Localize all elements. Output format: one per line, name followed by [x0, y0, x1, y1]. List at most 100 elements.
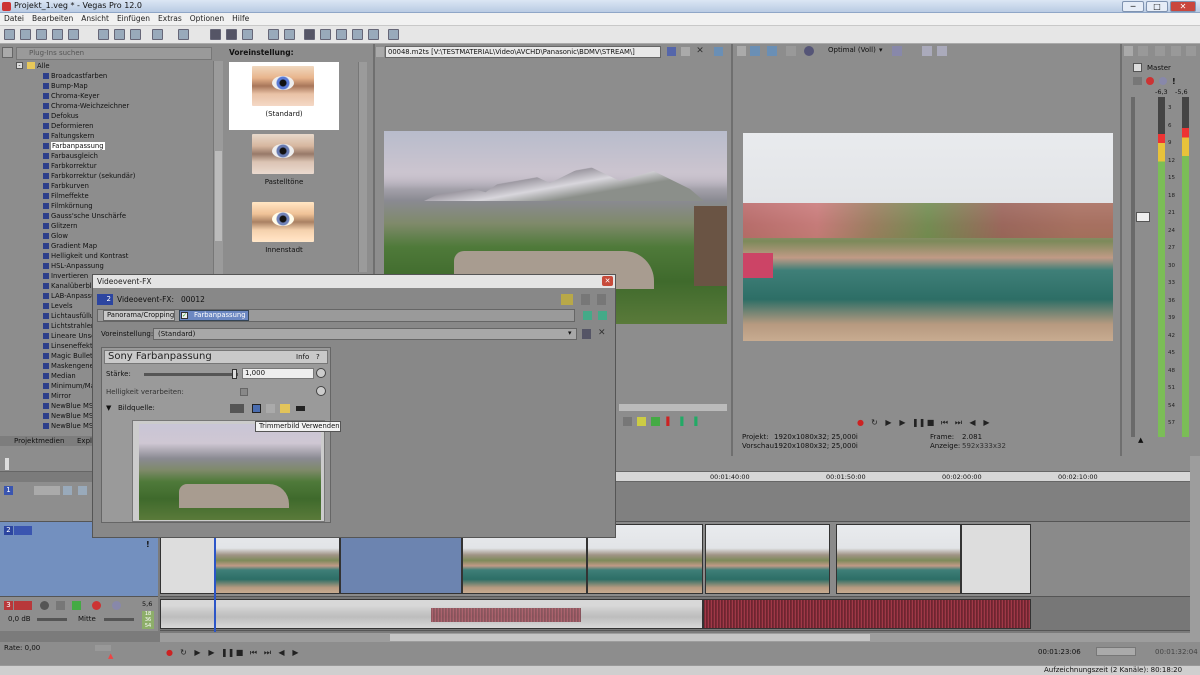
- preset-pastelltoene[interactable]: Pastelltöne: [229, 132, 339, 190]
- video-clip[interactable]: [836, 524, 961, 594]
- chevron-down-icon[interactable]: ▾: [879, 46, 883, 54]
- info-button[interactable]: Info: [296, 353, 309, 361]
- save-icon[interactable]: [36, 29, 47, 40]
- redo-icon[interactable]: [178, 29, 189, 40]
- trimmer-close-icon[interactable]: ✕: [695, 46, 705, 56]
- go-to-end-icon[interactable]: ⏭: [263, 648, 272, 657]
- keyframe-clock-icon[interactable]: [316, 386, 326, 396]
- track-2-solo-icon[interactable]: !: [146, 540, 150, 549]
- play-icon[interactable]: ▶: [898, 418, 907, 427]
- paste-icon[interactable]: [130, 29, 141, 40]
- dialog-close-button[interactable]: ✕: [602, 276, 613, 286]
- chain-farbanpassung[interactable]: Farbanpassung: [179, 310, 249, 321]
- menu-einfuegen[interactable]: Einfügen: [113, 13, 154, 24]
- open-icon[interactable]: [20, 29, 31, 40]
- stop-icon[interactable]: ■: [235, 648, 244, 657]
- chain-enable-checkbox[interactable]: ✓: [181, 312, 188, 319]
- master-automation-icon[interactable]: [1133, 77, 1142, 85]
- helligkeit-checkbox[interactable]: [240, 388, 248, 396]
- go-to-start-icon[interactable]: ⏮: [940, 418, 949, 427]
- plugin-item[interactable]: Farbkorrektur: [0, 161, 213, 171]
- preset-save-icon[interactable]: [582, 329, 591, 339]
- clear-icon[interactable]: [296, 406, 305, 411]
- plugin-item[interactable]: Gradient Map: [0, 241, 213, 251]
- track-3-record-icon[interactable]: [40, 601, 49, 610]
- master-mute-icon[interactable]: [1159, 77, 1167, 85]
- staerke-value[interactable]: 1,000: [242, 368, 314, 379]
- fx-chain-view-icon[interactable]: [561, 294, 573, 305]
- preview-quality-select[interactable]: Optimal (Voll): [828, 46, 876, 54]
- new-icon[interactable]: [4, 29, 15, 40]
- next-frame-icon[interactable]: ▶: [982, 418, 991, 427]
- selection-start-field[interactable]: [1096, 647, 1136, 656]
- preview-copy-icon[interactable]: [922, 46, 932, 56]
- menu-ansicht[interactable]: Ansicht: [77, 13, 113, 24]
- splitter[interactable]: [731, 44, 733, 456]
- plugin-item[interactable]: Filmeffekte: [0, 191, 213, 201]
- tab-projektmedien[interactable]: Projektmedien: [14, 437, 64, 445]
- video-clip[interactable]: [961, 524, 1031, 594]
- master-lock-icon-bottom[interactable]: ▲: [1138, 436, 1143, 444]
- trimmer-tool-icon[interactable]: [681, 47, 690, 56]
- prev-frame-icon[interactable]: ◀: [968, 418, 977, 427]
- lock-envelope-icon[interactable]: [242, 29, 253, 40]
- preset-innenstadt[interactable]: Innenstadt: [229, 200, 339, 258]
- trimmer-timeline-strip[interactable]: [619, 404, 727, 411]
- play-icon[interactable]: ▶: [207, 648, 216, 657]
- copy-icon[interactable]: [114, 29, 125, 40]
- trimmer-preview-icon[interactable]: [714, 47, 723, 56]
- plugin-view-icon[interactable]: [2, 47, 13, 58]
- menu-datei[interactable]: Datei: [0, 13, 28, 24]
- fx-chain-view2-icon[interactable]: [581, 294, 590, 305]
- trimmer-menu-icon[interactable]: [376, 47, 384, 57]
- audio-clip[interactable]: [160, 599, 703, 629]
- expand-triangle-icon[interactable]: ▼: [106, 404, 111, 412]
- next-frame-icon[interactable]: ▶: [291, 648, 300, 657]
- preset-scrollbar[interactable]: [358, 62, 367, 272]
- track-3-lane[interactable]: [160, 597, 1190, 631]
- fx-chain-view3-icon[interactable]: [597, 294, 606, 305]
- chain-add-icon[interactable]: [583, 311, 592, 320]
- undo-icon[interactable]: [152, 29, 163, 40]
- track-3-pan-slider[interactable]: [104, 618, 134, 621]
- ignore-grouping-icon[interactable]: [336, 29, 347, 40]
- rate-slider[interactable]: [95, 645, 111, 651]
- selection-tool-icon[interactable]: [304, 29, 315, 40]
- master-insert-icon[interactable]: [1138, 46, 1148, 56]
- loop-icon[interactable]: ↻: [870, 418, 879, 427]
- record-icon[interactable]: ●: [165, 648, 174, 657]
- trimmer-add-icon[interactable]: [651, 417, 660, 426]
- plugin-item[interactable]: Farbkurven: [0, 181, 213, 191]
- plugin-item[interactable]: Chroma-Weichzeichner: [0, 101, 213, 111]
- preview-overlay-icon[interactable]: [804, 46, 814, 56]
- track-2-name-field[interactable]: [14, 526, 32, 535]
- pause-icon[interactable]: ❚❚: [912, 418, 925, 427]
- plugin-item[interactable]: Gauss'sche Unschärfe: [0, 211, 213, 221]
- preview-grid-icon[interactable]: [892, 46, 902, 56]
- folder-icon[interactable]: [280, 404, 290, 413]
- help-button[interactable]: ?: [316, 353, 320, 361]
- plugin-item[interactable]: Glow: [0, 231, 213, 241]
- envelope-tool-icon[interactable]: [284, 29, 295, 40]
- plugin-item[interactable]: Faltungskern: [0, 131, 213, 141]
- tree-root[interactable]: - Alle: [0, 61, 213, 71]
- video-clip[interactable]: [705, 524, 830, 594]
- trimmer-mark-icon[interactable]: [637, 417, 646, 426]
- crossfade-icon[interactable]: [352, 29, 363, 40]
- normal-edit-tool-icon[interactable]: [268, 29, 279, 40]
- go-to-end-icon[interactable]: ⏭: [954, 418, 963, 427]
- staerke-slider[interactable]: [144, 369, 238, 379]
- menu-bearbeiten[interactable]: Bearbeiten: [28, 13, 77, 24]
- whats-this-icon[interactable]: [388, 29, 399, 40]
- prev-frame-icon[interactable]: ◀: [277, 648, 286, 657]
- loop-icon[interactable]: ↻: [179, 648, 188, 657]
- timeline-vscrollbar[interactable]: [1190, 456, 1200, 642]
- menu-hilfe[interactable]: Hilfe: [228, 13, 253, 24]
- maximize-button[interactable]: □: [1146, 1, 1168, 12]
- master-fx-icon[interactable]: [1146, 77, 1154, 85]
- trimmer-image-icon[interactable]: [252, 404, 261, 413]
- splitter[interactable]: [1120, 44, 1122, 456]
- preview-save-icon[interactable]: [937, 46, 947, 56]
- chain-panorama-cropping[interactable]: Panorama/Cropping: [103, 310, 175, 321]
- plugin-item[interactable]: Farbanpassung: [0, 141, 213, 151]
